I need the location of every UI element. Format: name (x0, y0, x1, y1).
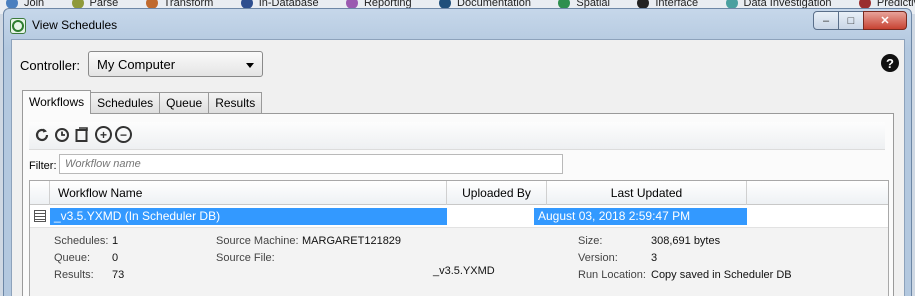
maximize-button[interactable]: □ (838, 11, 864, 30)
schedules-value: 1 (112, 235, 119, 247)
run-location-label: Run Location: (578, 269, 646, 281)
size-label: Size: (578, 235, 603, 247)
remove-icon[interactable]: − (115, 126, 132, 143)
workflow-name-cell[interactable]: _v3.5.YXMD (In Scheduler DB) (50, 208, 447, 225)
edit-icon[interactable] (73, 126, 90, 143)
tab-strip: Workflows Schedules Queue Results (22, 90, 263, 114)
tab-workflows[interactable]: Workflows (22, 90, 92, 114)
last-updated-cell[interactable]: August 03, 2018 2:59:47 PM (534, 208, 747, 225)
tab-schedules[interactable]: Schedules (90, 92, 161, 113)
table-row[interactable]: _v3.5.YXMD (In Scheduler DB) August 03, … (30, 206, 888, 226)
filter-label: Filter: (29, 160, 57, 172)
row-expand-icon[interactable] (34, 210, 46, 222)
source-file-label: Source File: (216, 252, 275, 264)
source-machine-value: MARGARET121829 (302, 235, 402, 247)
controller-selected-value: My Computer (97, 57, 176, 72)
results-label: Results: (54, 269, 94, 281)
chevron-down-icon (246, 63, 254, 68)
schedule-app-icon (10, 18, 26, 34)
version-label: Version: (578, 252, 618, 264)
schedule-icon[interactable] (53, 126, 70, 143)
column-uploaded-by[interactable]: Uploaded By (447, 181, 547, 205)
uploaded-by-cell[interactable] (447, 208, 547, 225)
results-value: 73 (112, 269, 125, 281)
help-icon[interactable]: ? (881, 54, 899, 72)
version-value: 3 (651, 252, 658, 264)
title-bar[interactable]: View Schedules – □ ✕ (4, 9, 911, 39)
window-title: View Schedules (32, 18, 118, 32)
dialog-body: Controller: My Computer ? Workflows Sche… (11, 39, 905, 296)
controller-dropdown[interactable]: My Computer (88, 51, 263, 77)
size-value: 308,691 bytes (651, 235, 721, 247)
controller-label: Controller: (20, 58, 80, 73)
queue-value: 0 (112, 252, 119, 264)
workflow-details: Schedules: 1 Queue: 0 Results: 73 Source… (30, 227, 888, 296)
tab-results[interactable]: Results (208, 92, 263, 113)
tab-queue[interactable]: Queue (159, 92, 210, 113)
workflow-toolbar: + − (29, 122, 885, 150)
filter-input[interactable] (59, 154, 563, 174)
minimize-button[interactable]: – (813, 11, 839, 30)
window-controls: – □ ✕ (813, 11, 907, 30)
queue-label: Queue: (54, 252, 91, 264)
schedules-label: Schedules: (54, 235, 109, 247)
column-last-updated[interactable]: Last Updated (547, 181, 747, 205)
workflows-grid: Workflow Name Uploaded By Last Updated _… (29, 180, 889, 296)
run-location-value: Copy saved in Scheduler DB (651, 269, 792, 281)
close-button[interactable]: ✕ (863, 11, 907, 30)
source-machine-label: Source Machine: (216, 235, 299, 247)
source-file-value: _v3.5.YXMD (433, 265, 495, 277)
row-header-column (30, 181, 50, 205)
column-workflow-name[interactable]: Workflow Name (50, 181, 447, 205)
add-icon[interactable]: + (95, 126, 112, 143)
view-schedules-window: View Schedules – □ ✕ Controller: My Comp… (3, 8, 912, 296)
workflows-panel: + − Filter: Workflow Name Uploaded By La… (22, 113, 894, 296)
refresh-icon[interactable] (33, 126, 50, 143)
grid-header: Workflow Name Uploaded By Last Updated (30, 181, 888, 205)
